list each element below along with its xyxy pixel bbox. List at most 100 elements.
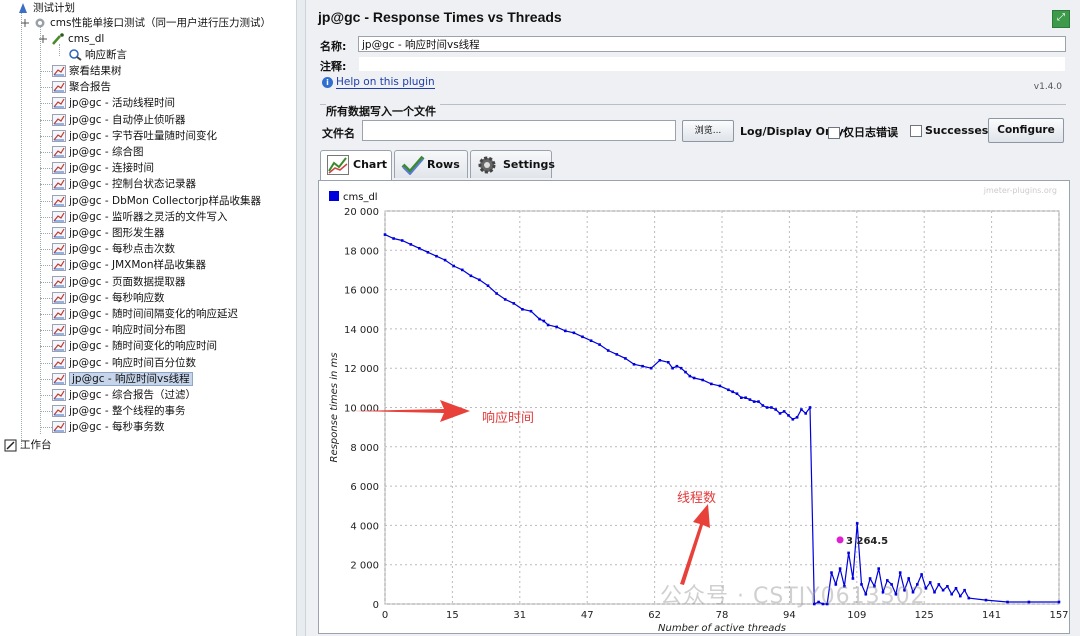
successes-label: Successes	[925, 124, 989, 137]
x-tick-label: 157	[1049, 610, 1068, 621]
tree-node-listener[interactable]: jp@gc - 整个线程的事务	[52, 403, 185, 419]
data-point	[461, 268, 464, 272]
data-point	[847, 551, 850, 555]
checkbox-box[interactable]	[828, 127, 840, 139]
tree-node-listener[interactable]: jp@gc - DbMon Collectorjp样品收集器	[52, 193, 261, 209]
tree-node-listener[interactable]: jp@gc - 监听器之灵活的文件写入	[52, 209, 227, 225]
browse-button[interactable]: 浏览...	[682, 120, 734, 142]
filename-input[interactable]	[362, 120, 676, 141]
maximize-icon[interactable]: ⤢	[1052, 10, 1070, 28]
y-tick-label: 16 000	[344, 286, 379, 297]
tree-node-thread-group[interactable]: cms性能单接口测试（同一用户进行压力测试）	[20, 15, 271, 31]
tree-node-test-plan[interactable]: 测试计划	[16, 0, 75, 16]
help-link[interactable]: i Help on this plugin	[322, 76, 435, 89]
tree-node-label: jp@gc - 综合图	[69, 146, 144, 158]
tree-node-listener[interactable]: jp@gc - 响应时间vs线程	[52, 371, 193, 387]
tree-node-listener[interactable]: jp@gc - 综合报告（过滤）	[52, 387, 196, 403]
tree-node-listener[interactable]: jp@gc - 每秒响应数	[52, 290, 164, 306]
info-icon: i	[322, 77, 333, 88]
tree-node-listener[interactable]: jp@gc - 自动停止侦听器	[52, 112, 185, 128]
y-tick-label: 12 000	[344, 364, 379, 375]
data-point	[443, 258, 447, 262]
data-point	[946, 585, 949, 588]
tree-node-workbench[interactable]: 工作台	[4, 437, 52, 453]
successes-checkbox[interactable]: Successes	[910, 124, 988, 137]
x-axis-label: Number of active threads	[658, 623, 786, 633]
y-tick-label: 6 000	[350, 482, 379, 493]
tree-node-label: jp@gc - 整个线程的事务	[69, 405, 186, 418]
tree-node-listener[interactable]: jp@gc - 每秒点击次数	[52, 241, 175, 257]
data-point	[529, 309, 533, 313]
tree-node-listener[interactable]: jp@gc - 图形发生器	[52, 225, 164, 241]
tree-node-listener[interactable]: jp@gc - 每秒事务数	[52, 419, 164, 435]
tree-node-label: 察看结果树	[69, 65, 122, 77]
tree-node-listener[interactable]: 察看结果树	[52, 63, 122, 79]
name-field[interactable]: jp@gc - 响应时间vs线程	[358, 36, 1066, 52]
data-point	[800, 408, 803, 411]
graph-icon	[52, 340, 66, 353]
tree-node-label: 工作台	[20, 439, 52, 451]
tree-node-listener[interactable]: jp@gc - JMXMon样品收集器	[52, 257, 206, 273]
tree-node-label: jp@gc - 控制台状态记录器	[69, 178, 196, 191]
comment-field[interactable]	[358, 56, 1066, 72]
checkbox-box[interactable]	[910, 125, 922, 137]
panel-title: jp@gc - Response Times vs Threads	[318, 9, 562, 25]
tree-node-sampler[interactable]: cms_dl	[38, 31, 104, 47]
tree-node-listener[interactable]: jp@gc - 响应时间分布图	[52, 322, 185, 338]
watermark: 公众号 · CSTJY0613302	[660, 584, 926, 609]
x-tick-label: 0	[382, 610, 388, 621]
data-point	[512, 302, 516, 305]
test-plan-tree[interactable]: 测试计划 cms性能单接口测试（同一用户进行压力测试） cms_dl 响应断言 …	[0, 0, 296, 636]
tree-node-listener[interactable]: jp@gc - 随时间变化的响应时间	[52, 338, 217, 354]
x-tick-label: 62	[648, 610, 661, 621]
tree-node-listener[interactable]: jp@gc - 字节吞吐量随时间变化	[52, 128, 217, 144]
data-point	[409, 243, 413, 246]
graph-icon	[52, 162, 66, 175]
splitter[interactable]	[296, 0, 306, 636]
tab-chart[interactable]: Chart	[320, 150, 392, 180]
data-point	[542, 319, 546, 323]
tab-rows[interactable]: Rows	[394, 150, 468, 178]
tree-node-listener[interactable]: jp@gc - 响应时间百分位数	[52, 355, 196, 371]
tree-node-listener[interactable]: jp@gc - 综合图	[52, 144, 143, 160]
data-point	[795, 416, 799, 419]
legend-swatch	[329, 191, 339, 201]
data-point	[641, 364, 644, 368]
graph-icon	[52, 259, 66, 272]
data-point	[1027, 600, 1031, 604]
tree-node-listener[interactable]: jp@gc - 连接时间	[52, 160, 154, 176]
filename-label: 文件名	[322, 127, 355, 140]
tree-node-listener[interactable]: jp@gc - 控制台状态记录器	[52, 176, 196, 192]
data-point	[752, 400, 756, 403]
tree-node-label: jp@gc - 随时间变化的响应时间	[69, 340, 217, 353]
data-point	[572, 331, 576, 335]
legend-label: cms_dl	[343, 192, 378, 203]
tree-node-listener[interactable]: jp@gc - 随时间间隔变化的响应延迟	[52, 306, 238, 322]
data-point	[615, 353, 619, 356]
y-tick-label: 14 000	[344, 325, 379, 336]
tab-settings[interactable]: Settings	[470, 150, 555, 178]
errors-only-checkbox[interactable]: 仅日志错误	[828, 124, 898, 140]
tree-node-label: 响应断言	[85, 49, 127, 61]
file-group-title: 所有数据写入一个文件	[326, 103, 440, 119]
x-tick-label: 125	[915, 610, 934, 621]
data-point	[748, 398, 752, 401]
tree-node-listener[interactable]: jp@gc - 页面数据提取器	[52, 274, 185, 290]
graph-icon	[52, 291, 66, 304]
gear-icon	[35, 18, 45, 28]
tree-node-listener[interactable]: jp@gc - 活动线程时间	[52, 95, 175, 111]
data-point	[984, 598, 988, 602]
tab-label: Rows	[427, 158, 460, 171]
y-tick-label: 8 000	[350, 443, 379, 454]
tree-node-label: jp@gc - DbMon Collectorjp样品收集器	[69, 194, 261, 207]
data-point	[963, 588, 966, 592]
graph-icon	[52, 97, 66, 110]
tree-node-assertion[interactable]: 响应断言	[68, 47, 127, 63]
highlight-point	[836, 536, 844, 544]
tree-node-listener[interactable]: 聚合报告	[52, 79, 111, 95]
tab-label: Settings	[503, 158, 555, 171]
data-point	[418, 247, 421, 250]
data-point	[1057, 600, 1061, 604]
configure-button[interactable]: Configure	[988, 118, 1064, 143]
data-point	[770, 406, 773, 409]
